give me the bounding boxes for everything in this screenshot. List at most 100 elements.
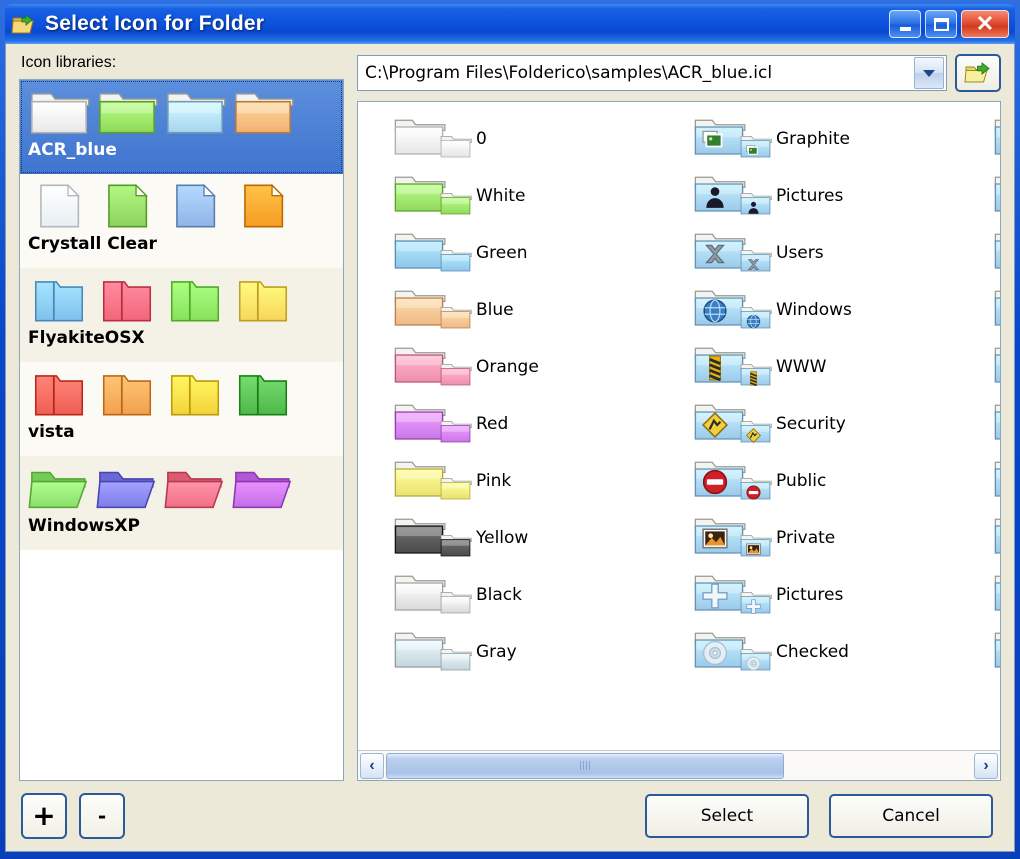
icon-list-item[interactable]: Graphite [692, 110, 992, 167]
icon-list-item[interactable] [992, 509, 1000, 566]
photos-emblem [702, 127, 728, 153]
window-controls: ✕ [889, 10, 1011, 38]
icon-list-item[interactable] [992, 338, 1000, 395]
library-preview-icons [28, 86, 335, 144]
dialog-button-bar: + - Select Cancel [19, 781, 1001, 851]
icon-list-item[interactable]: Users [692, 224, 992, 281]
icon-libraries-list[interactable]: ACR_blue Crystall Clear FlyakiteOSX vista Wi… [19, 79, 344, 781]
icon-label: Pink [476, 470, 512, 491]
icon-list-item[interactable] [992, 224, 1000, 281]
folder-icon [392, 455, 478, 507]
folder-icon [692, 455, 778, 507]
horizontal-scrollbar[interactable]: ‹ › [358, 750, 1000, 780]
scroll-right-button[interactable]: › [974, 752, 998, 779]
icon-list-item[interactable]: Yellow [392, 509, 692, 566]
icon-label: Pictures [776, 185, 844, 206]
icon-list-item[interactable]: Private [692, 509, 992, 566]
icon-list-item[interactable]: WWW [692, 338, 992, 395]
open-folder-browse-icon [964, 62, 990, 83]
select-button[interactable]: Select [645, 794, 809, 838]
close-button[interactable]: ✕ [961, 10, 1009, 38]
icon-list-item[interactable]: Public [692, 452, 992, 509]
icon-label: White [476, 185, 526, 206]
icon-list-item[interactable]: Gray [392, 623, 692, 680]
library-item[interactable]: WindowsXP [20, 456, 343, 550]
folder-icon [392, 569, 478, 621]
icon-label: Blue [476, 299, 514, 320]
icon-list-item[interactable]: Windows [692, 281, 992, 338]
maximize-icon [933, 17, 949, 31]
scrollbar-track[interactable] [386, 752, 972, 779]
folder-icon [164, 274, 226, 331]
scrollbar-thumb[interactable] [386, 752, 785, 779]
remove-library-button[interactable]: - [79, 793, 125, 839]
minimize-button[interactable] [889, 10, 921, 38]
folder-icon [392, 398, 478, 450]
disc-emblem [746, 656, 761, 671]
icon-list-item[interactable]: Blue [392, 281, 692, 338]
icon-list-item[interactable] [992, 281, 1000, 338]
library-preview-icons [28, 274, 335, 332]
folder-icon [164, 180, 226, 237]
folder-icon [164, 462, 226, 519]
scroll-left-button[interactable]: ‹ [360, 752, 384, 779]
no-entry-emblem [702, 469, 728, 495]
library-preview-icons [28, 180, 335, 238]
folder-icon [232, 462, 294, 519]
icon-list-item[interactable] [992, 167, 1000, 224]
folder-icon [28, 274, 90, 331]
icon-scroll-area[interactable]: 0 Graphite White Pictures Green Users Blue Wind… [358, 102, 1000, 750]
cancel-button[interactable]: Cancel [829, 794, 993, 838]
folder-icon [392, 227, 478, 279]
library-item[interactable]: Crystall Clear [20, 174, 343, 268]
folder-icon [392, 626, 478, 678]
icon-browser-pane: C:\Program Files\Folderico\samples\ACR_b… [344, 54, 1001, 781]
icon-label: Gray [476, 641, 517, 662]
person-emblem [702, 184, 728, 210]
icon-list-item[interactable]: Checked [692, 623, 992, 680]
icon-list-item[interactable]: Green [392, 224, 692, 281]
icon-list-item[interactable]: Pictures [692, 566, 992, 623]
icon-list-item[interactable] [992, 395, 1000, 452]
folder-icon [692, 398, 778, 450]
icon-list-item[interactable]: Pink [392, 452, 692, 509]
folder-icon [28, 368, 90, 425]
icon-list-item[interactable] [992, 452, 1000, 509]
icon-list-item[interactable]: Red [392, 395, 692, 452]
icon-libraries-pane: Icon libraries: ACR_blue Crystall Clear Fl… [19, 54, 344, 781]
chevron-down-glyph [923, 69, 935, 77]
icon-list-item[interactable] [992, 566, 1000, 623]
dialog-window: Select Icon for Folder ✕ Icon libraries:… [0, 0, 1020, 859]
folder-icon [96, 86, 158, 143]
folder-icon [992, 284, 1000, 336]
icon-list-item[interactable]: Black [392, 566, 692, 623]
library-item[interactable]: vista [20, 362, 343, 456]
folder-icon [28, 180, 90, 237]
library-name: FlyakiteOSX [28, 328, 145, 348]
icon-list-item[interactable] [992, 623, 1000, 680]
icon-list-item[interactable]: White [392, 167, 692, 224]
icon-list-item[interactable]: 0 [392, 110, 692, 167]
library-item[interactable]: FlyakiteOSX [20, 268, 343, 362]
dialog-client-area: Icon libraries: ACR_blue Crystall Clear Fl… [5, 44, 1015, 852]
icon-label: Windows [776, 299, 852, 320]
icon-list-item[interactable]: Pictures [692, 167, 992, 224]
icon-list-item[interactable] [992, 110, 1000, 167]
icon-label: Graphite [776, 128, 850, 149]
maximize-button[interactable] [925, 10, 957, 38]
browse-folder-button[interactable] [955, 54, 1001, 92]
folder-icon [692, 227, 778, 279]
grip-line [580, 761, 582, 770]
icon-label: WWW [776, 356, 827, 377]
icon-grid[interactable]: 0 Graphite White Pictures Green Users Blue Wind… [392, 110, 1000, 680]
library-item[interactable]: ACR_blue [20, 80, 343, 174]
icon-list-item[interactable]: Security [692, 395, 992, 452]
folder-icon [992, 626, 1000, 678]
add-library-button[interactable]: + [21, 793, 67, 839]
disc-emblem [702, 640, 728, 666]
grip-line [589, 761, 591, 770]
photos-emblem [746, 143, 761, 158]
icon-list-item[interactable]: Orange [392, 338, 692, 395]
library-path-combobox[interactable]: C:\Program Files\Folderico\samples\ACR_b… [357, 55, 947, 91]
chevron-down-icon[interactable] [914, 57, 944, 89]
